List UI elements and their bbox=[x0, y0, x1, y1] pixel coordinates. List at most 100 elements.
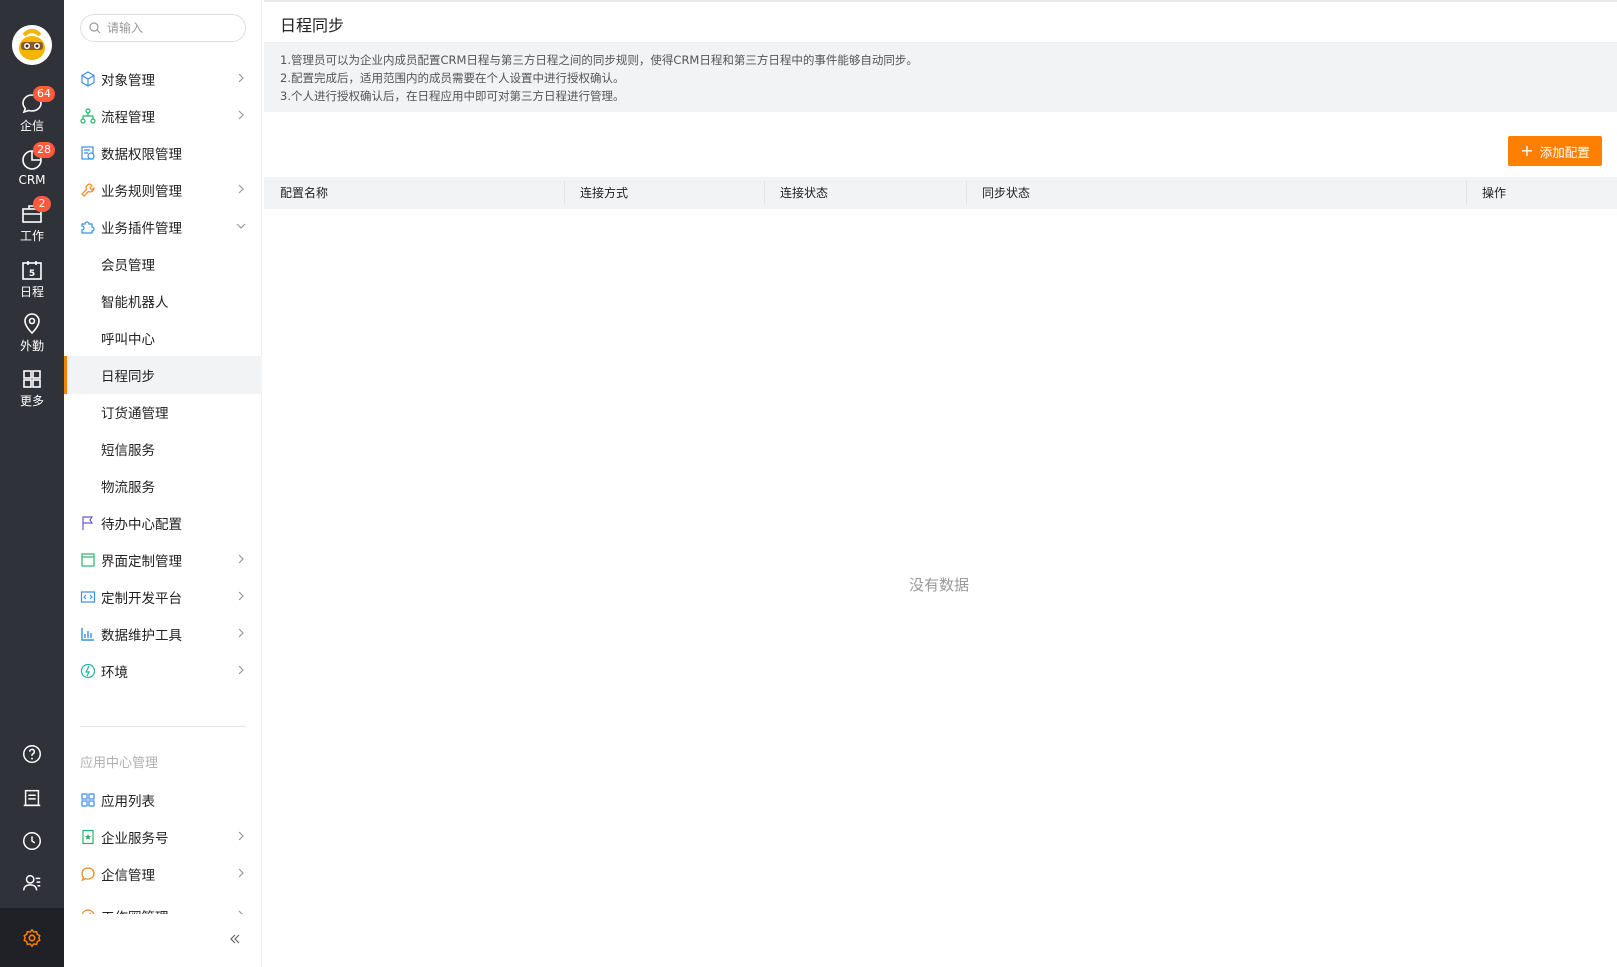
location-pin-icon bbox=[24, 313, 40, 335]
rail-item-label: 工作 bbox=[19, 229, 44, 243]
layout-icon bbox=[81, 553, 95, 567]
rail-item-work[interactable]: 2 工作 bbox=[0, 196, 64, 254]
menu-search[interactable] bbox=[80, 14, 246, 42]
unread-badge: 2 bbox=[33, 196, 51, 212]
menu-subitem-call-center[interactable]: 呼叫中心 bbox=[64, 319, 262, 357]
unread-badge: 64 bbox=[33, 86, 55, 102]
menu-item-label: 智能机器人 bbox=[101, 295, 169, 311]
rail-item-qixin[interactable]: 64 企信 bbox=[0, 86, 64, 144]
rail-item-calendar[interactable]: 5 日程 bbox=[0, 256, 64, 310]
settings-button[interactable] bbox=[0, 908, 64, 967]
cube-icon bbox=[81, 71, 95, 87]
environment-icon bbox=[80, 663, 96, 679]
calendar-icon: 5 bbox=[22, 261, 42, 280]
menu-subitem-logistics[interactable]: 物流服务 bbox=[64, 467, 262, 505]
code-icon bbox=[80, 591, 96, 603]
menu-item-label: 界面定制管理 bbox=[101, 554, 182, 570]
main-content: 日程同步 1.管理员可以为企业内成员配置CRM日程与第三方日程之间的同步规则，使… bbox=[264, 0, 1617, 967]
search-input[interactable] bbox=[107, 21, 237, 35]
table-header: 配置名称 连接方式 连接状态 同步状态 操作 bbox=[264, 177, 1617, 209]
help-icon bbox=[23, 745, 41, 763]
rail-item-label: 更多 bbox=[19, 394, 44, 408]
menu-item-business-rules[interactable]: 业务规则管理 bbox=[64, 171, 262, 209]
grid-icon bbox=[23, 370, 41, 388]
menu-item-label: 流程管理 bbox=[101, 110, 155, 126]
notebook-button[interactable] bbox=[0, 776, 64, 820]
chevron-right-icon bbox=[238, 184, 244, 194]
app-grid-icon bbox=[81, 793, 95, 807]
menu-item-flow[interactable]: 流程管理 bbox=[64, 97, 262, 135]
collapse-menu-icon[interactable] bbox=[228, 932, 242, 946]
bar-chart-icon bbox=[81, 628, 94, 641]
menu-item-ui-custom[interactable]: 界面定制管理 bbox=[64, 541, 262, 579]
service-account-icon bbox=[82, 829, 94, 845]
menu-subitem-calendar-sync[interactable]: 日程同步 bbox=[64, 356, 262, 394]
chevron-right-icon bbox=[238, 110, 244, 120]
wrench-icon bbox=[81, 183, 95, 197]
user-avatar[interactable] bbox=[12, 25, 52, 65]
menu-item-label: 定制开发平台 bbox=[101, 591, 182, 607]
rail-item-crm[interactable]: 28 CRM bbox=[0, 142, 64, 200]
rail-item-label: CRM bbox=[18, 173, 46, 187]
contacts-button[interactable] bbox=[0, 861, 64, 905]
rail-item-label: 日程 bbox=[19, 285, 44, 299]
svg-text:5: 5 bbox=[29, 269, 35, 279]
message-circle-icon bbox=[81, 867, 95, 882]
settings-menu: 对象管理 流程管理 数据权限管理 业务规则管理 业务插件管理 会员管理 智能机器… bbox=[64, 0, 262, 967]
menu-item-label: 短信服务 bbox=[101, 443, 155, 459]
menu-item-environment[interactable]: 环境 bbox=[64, 652, 262, 690]
menu-item-work-circle[interactable]: 工作圈管理 bbox=[64, 897, 262, 914]
menu-subitem-member[interactable]: 会员管理 bbox=[64, 245, 262, 283]
history-button[interactable] bbox=[0, 819, 64, 863]
left-rail: 64 企信 28 CRM 2 工作 5 日程 外勤 更多 bbox=[0, 0, 64, 967]
chevron-right-icon bbox=[238, 73, 244, 83]
chevron-right-icon bbox=[238, 554, 244, 564]
chevron-right-icon bbox=[238, 591, 244, 601]
column-header-connection-type[interactable]: 连接方式 bbox=[564, 177, 628, 209]
column-header-connection-status[interactable]: 连接状态 bbox=[764, 177, 828, 209]
chevron-right-icon bbox=[238, 831, 244, 841]
menu-item-label: 应用列表 bbox=[101, 794, 155, 810]
chevron-right-icon bbox=[238, 868, 244, 878]
menu-item-service-account[interactable]: 企业服务号 bbox=[64, 818, 262, 856]
chevron-right-icon bbox=[238, 665, 244, 675]
page-title: 日程同步 bbox=[280, 16, 345, 35]
menu-item-app-list[interactable]: 应用列表 bbox=[64, 781, 262, 819]
notice-line: 2.配置完成后，适用范围内的成员需要在个人设置中进行授权确认。 bbox=[280, 71, 625, 85]
menu-item-dev-platform[interactable]: 定制开发平台 bbox=[64, 578, 262, 616]
menu-subitem-sms[interactable]: 短信服务 bbox=[64, 430, 262, 468]
menu-item-label: 日程同步 bbox=[101, 369, 155, 385]
info-notice: 1.管理员可以为企业内成员配置CRM日程与第三方日程之间的同步规则，使得CRM日… bbox=[264, 43, 1617, 112]
menu-item-todo-center[interactable]: 待办中心配置 bbox=[64, 504, 262, 542]
notice-line: 1.管理员可以为企业内成员配置CRM日程与第三方日程之间的同步规则，使得CRM日… bbox=[280, 53, 918, 67]
menu-item-label: 呼叫中心 bbox=[101, 332, 155, 348]
menu-subitem-robot[interactable]: 智能机器人 bbox=[64, 282, 262, 320]
column-header-actions: 操作 bbox=[1482, 186, 1507, 200]
menu-item-business-plugins[interactable]: 业务插件管理 bbox=[64, 208, 262, 246]
notice-line: 3.个人进行授权确认后，在日程应用中即可对第三方日程进行管理。 bbox=[280, 89, 625, 103]
column-header-sync-status[interactable]: 同步状态 bbox=[966, 177, 1030, 209]
chevron-right-icon bbox=[238, 910, 243, 914]
mascot-avatar-icon bbox=[12, 25, 52, 65]
menu-item-qixin-manage[interactable]: 企信管理 bbox=[64, 855, 262, 893]
rail-item-more[interactable]: 更多 bbox=[0, 365, 64, 419]
rail-item-field[interactable]: 外勤 bbox=[0, 310, 64, 364]
help-button[interactable] bbox=[0, 732, 64, 776]
menu-item-data-permission[interactable]: 数据权限管理 bbox=[64, 134, 262, 172]
contacts-icon bbox=[23, 874, 41, 891]
add-config-button[interactable]: + 添加配置 bbox=[1508, 136, 1602, 166]
menu-item-data-tools[interactable]: 数据维护工具 bbox=[64, 615, 262, 653]
column-header-name[interactable]: 配置名称 bbox=[264, 177, 328, 209]
menu-clip: 工作圈管理 bbox=[64, 892, 262, 914]
flow-tree-icon bbox=[80, 108, 96, 124]
menu-item-label: 数据权限管理 bbox=[101, 147, 182, 163]
menu-subitem-ordering[interactable]: 订货通管理 bbox=[64, 393, 262, 431]
menu-item-label: 待办中心配置 bbox=[101, 517, 182, 533]
data-permission-icon bbox=[81, 146, 95, 160]
rail-item-label: 外勤 bbox=[19, 339, 44, 353]
menu-item-object[interactable]: 对象管理 bbox=[64, 60, 262, 98]
add-config-label: 添加配置 bbox=[1539, 144, 1590, 160]
menu-item-label: 物流服务 bbox=[101, 480, 155, 496]
unread-badge: 28 bbox=[33, 142, 55, 158]
menu-item-label: 会员管理 bbox=[101, 258, 155, 274]
